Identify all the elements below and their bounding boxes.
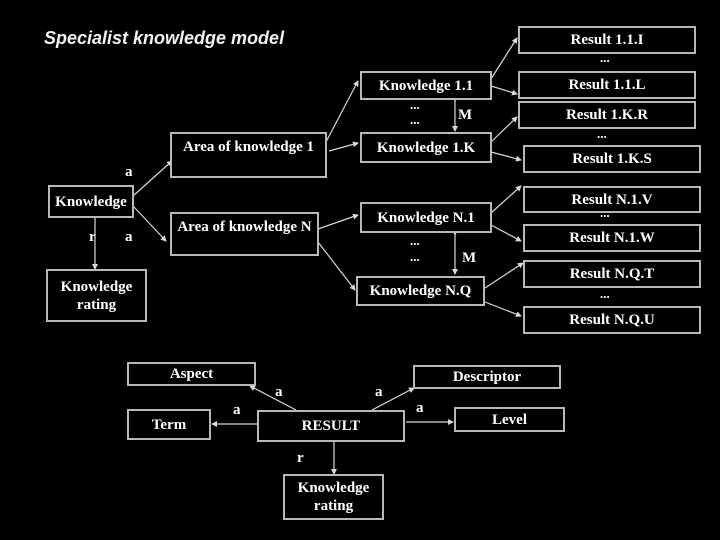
knowledge-node-label: Knowledge [55, 193, 127, 210]
ellipsis: ... [410, 249, 420, 264]
ellipsis: ... [600, 50, 610, 65]
diagram-title: Specialist knowledge model [44, 28, 285, 48]
arrow-area1-to-k1k [328, 141, 359, 152]
result-rating-line2: rating [313, 498, 354, 514]
edge-label-a: a [125, 164, 133, 180]
edge-label-a: a [416, 400, 424, 416]
edge-label-m: M [458, 107, 473, 123]
area-node-n: Area of knowledge N [170, 212, 319, 256]
edge-label-a: a [275, 384, 283, 400]
result-label: Result 1.1.L [568, 77, 646, 93]
result-label: Result N.1.V [571, 191, 653, 208]
result-label: Result 1.K.R [565, 107, 649, 123]
arrow-arean-to-kn1 [317, 213, 359, 230]
result-node: Result N.1.V [523, 186, 701, 213]
result-rating-line1: Knowledge [297, 480, 370, 496]
level-node: Level [454, 407, 565, 432]
result-label: Result N.1.W [569, 230, 655, 246]
result-node: Result 1.K.S [523, 145, 701, 173]
result-node: Result N.1.W [523, 224, 701, 252]
arrow-knq-to-rnqt [484, 262, 524, 289]
arrow-k1k-to-r1ks [490, 151, 522, 162]
area-node-1-label: Area of knowledge 1 [183, 139, 314, 155]
result-label: Result 1.1.I [570, 32, 644, 48]
result-label: Result N.Q.T [569, 266, 655, 282]
result-node: Result N.Q.T [523, 260, 701, 288]
edge-label-a: a [125, 229, 133, 245]
edge-label-r: r [89, 229, 96, 245]
knowledge-item-label: Knowledge N.Q [369, 283, 472, 299]
area-node-1: Area of knowledge 1 [170, 132, 327, 178]
result-node: Result N.Q.U [523, 306, 701, 334]
result-node: Result 1.K.R [518, 101, 696, 129]
knowledge-item-n-1: Knowledge N.1 [360, 202, 492, 233]
edge-label-a: a [375, 384, 383, 400]
ellipsis: ... [410, 233, 420, 248]
edge-label-m: M [462, 250, 477, 266]
result-center-label: RESULT [301, 418, 361, 434]
result-center-node: RESULT [257, 410, 405, 442]
arrow-k11-to-r11i [490, 37, 518, 80]
knowledge-item-label: Knowledge 1.1 [378, 77, 474, 94]
ellipsis: ... [600, 286, 610, 301]
aspect-label: Aspect [169, 366, 214, 382]
arrow-knowledge-to-area-1 [132, 160, 173, 197]
ellipsis: ... [410, 112, 420, 127]
result-label: Result N.Q.U [569, 312, 655, 328]
knowledge-item-1-1: Knowledge 1.1 [360, 71, 492, 100]
arrow-knq-to-rnqu [484, 301, 522, 317]
descriptor-node: Descriptor [413, 365, 561, 389]
term-node: Term [127, 409, 211, 440]
result-rating-node: Knowledge rating [283, 474, 384, 520]
result-label: Result 1.K.S [572, 151, 652, 167]
edge-label-a: a [233, 402, 241, 418]
knowledge-item-1-k: Knowledge 1.K [360, 132, 492, 163]
arrow-k11-to-r11l [490, 85, 518, 96]
result-node: Result 1.1.L [518, 71, 696, 99]
aspect-node: Aspect [127, 362, 256, 386]
arrow-knowledge-to-area-n [132, 205, 167, 242]
knowledge-item-label: Knowledge N.1 [377, 209, 475, 226]
level-label: Level [492, 411, 527, 428]
knowledge-node: Knowledge [48, 185, 134, 218]
term-label: Term [151, 416, 187, 433]
descriptor-label: Descriptor [452, 369, 522, 385]
arrow-k1k-to-r1kr [490, 116, 518, 143]
knowledge-rating-line2: rating [76, 296, 117, 313]
ellipsis: ... [597, 126, 607, 141]
ellipsis: ... [600, 205, 610, 220]
edge-label-r: r [297, 450, 304, 466]
knowledge-rating-node: Knowledge rating [46, 269, 147, 322]
arrow-kn1-to-rn1v [490, 185, 522, 214]
knowledge-rating-line1: Knowledge [60, 278, 133, 295]
knowledge-item-n-q: Knowledge N.Q [356, 276, 485, 306]
arrow-arean-to-knq [317, 241, 356, 291]
knowledge-item-label: Knowledge 1.K [376, 139, 476, 156]
arrow-area1-to-k11 [325, 80, 359, 143]
arrow-kn1-to-rn1w [490, 224, 522, 242]
area-node-n-label: Area of knowledge N [177, 219, 312, 235]
ellipsis: ... [410, 97, 420, 112]
arrow-result-to-aspect [249, 385, 297, 411]
